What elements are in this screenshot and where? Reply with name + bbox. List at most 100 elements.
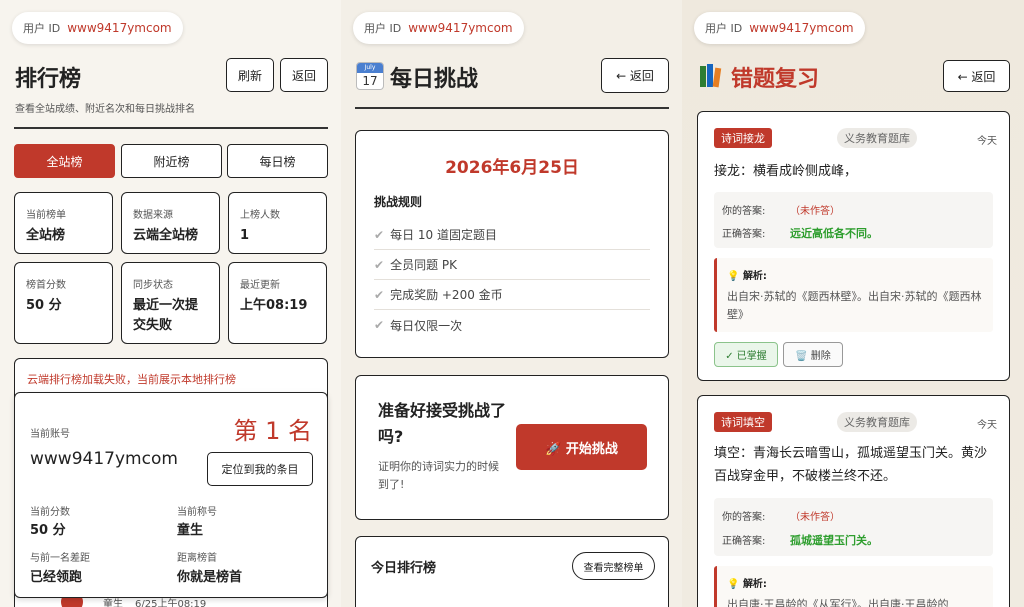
score-value: 50 分 <box>30 523 66 538</box>
today-rank-card: 今日排行榜 查看完整榜单 <box>355 536 669 607</box>
correct-answer-label: 正确答案: <box>722 536 766 547</box>
divider <box>355 107 669 109</box>
stat-last-update: 最近更新 上午08:19 <box>228 262 327 344</box>
stat-label: 最近更新 <box>240 280 280 291</box>
user-id-value: www9417ymcom <box>67 21 172 35</box>
rule-text: 每日 10 道固定题目 <box>390 228 497 242</box>
question-bank-badge: 义务教育题库 <box>837 128 917 148</box>
explanation-label: 解析: <box>742 579 767 590</box>
stat-value: 最近一次提交失败 <box>133 298 199 333</box>
user-id-pill: 用户 ID www9417ymcom <box>694 12 865 44</box>
delete-button[interactable]: 🗑️ 删除 <box>783 342 843 367</box>
user-id-label: 用户 ID <box>705 22 743 35</box>
user-id-pill: 用户 ID www9417ymcom <box>12 12 183 44</box>
question-bank-badge: 义务教育题库 <box>837 412 917 432</box>
stat-data-source: 数据来源 云端全站榜 <box>121 192 220 254</box>
your-answer-label: 你的答案: <box>722 512 766 523</box>
stat-label: 同步状态 <box>133 280 173 291</box>
refresh-button[interactable]: 刷新 <box>226 58 274 92</box>
check-icon: ✔ <box>374 318 385 332</box>
leaderboard-panel: 用户 ID www9417ymcom 排行榜 刷新 返回 查看全站成绩、附近名次… <box>0 0 341 607</box>
back-button[interactable]: 返回 <box>280 58 328 92</box>
stat-top-score: 榜首分数 50 分 <box>14 262 113 344</box>
stat-value: 上午08:19 <box>240 298 308 313</box>
start-challenge-button[interactable]: 🚀 开始挑战 <box>516 424 647 470</box>
calendar-day: 17 <box>362 74 378 88</box>
view-full-rank-button[interactable]: 查看完整榜单 <box>572 552 655 580</box>
explanation-header: 💡 解析: <box>727 575 767 590</box>
mastered-button[interactable]: ✓ 已掌握 <box>714 342 778 367</box>
rule-text: 完成奖励 +200 金币 <box>390 288 503 302</box>
stat-value: 1 <box>240 228 250 243</box>
rule-item: ✔ 完成奖励 +200 金币 <box>374 280 650 310</box>
explanation-box: 💡 解析: 出自唐·王昌龄的《从军行》。出自唐·王昌龄的 <box>714 566 993 607</box>
stat-label: 数据来源 <box>133 210 173 221</box>
page-title: 错题复习 <box>731 67 820 92</box>
stat-label: 当前榜单 <box>26 210 66 221</box>
explanation-text: 出自宋·苏轼的《题西林壁》。出自宋·苏轼的《题西林壁》 <box>727 290 982 321</box>
account-label: 当前账号 <box>30 429 70 440</box>
your-answer-row: 你的答案: （未作答） <box>722 508 840 523</box>
question-time: 今天 <box>977 420 997 431</box>
challenge-date: 2026年6月25日 <box>445 158 579 178</box>
explanation-label: 解析: <box>742 271 767 282</box>
tab-nearby[interactable]: 附近榜 <box>121 144 222 178</box>
page-title: 每日挑战 <box>390 67 479 92</box>
question-type-badge: 诗词接龙 <box>714 128 772 148</box>
page-title: 排行榜 <box>15 67 82 92</box>
rule-item: ✔ 全员同题 PK <box>374 250 650 280</box>
your-answer-value: （未作答） <box>790 206 840 217</box>
mistake-card: 诗词填空 义务教育题库 今天 填空：青海长云暗雪山，孤城遥望玉门关。黄沙百战穿金… <box>697 395 1010 607</box>
rank-value: 第 1 名 <box>233 417 312 445</box>
divider <box>14 127 328 129</box>
top-distance-label: 距离榜首 <box>177 553 217 564</box>
tab-daily[interactable]: 每日榜 <box>227 144 328 178</box>
check-icon: ✔ <box>374 287 385 302</box>
page-subtitle: 查看全站成绩、附近名次和每日挑战排名 <box>15 104 195 115</box>
stat-value: 50 分 <box>26 298 62 313</box>
user-id-value: www9417ymcom <box>749 21 854 35</box>
your-answer-label: 你的答案: <box>722 206 766 217</box>
stat-label: 上榜人数 <box>240 210 280 221</box>
back-button[interactable]: ← 返回 <box>601 58 669 93</box>
gap-label: 与前一名差距 <box>30 553 90 564</box>
user-id-value: www9417ymcom <box>408 21 513 35</box>
stat-value: 全站榜 <box>26 228 66 243</box>
correct-answer-value: 远近高低各不同。 <box>790 227 878 240</box>
answer-box: 你的答案: （未作答） 正确答案: 孤城遥望玉门关。 <box>714 498 993 556</box>
daily-info-card: 2026年6月25日 挑战规则 ✔ 每日 10 道固定题目 ✔ 全员同题 PK ✔ 完… <box>355 130 669 358</box>
gap-value: 已经领跑 <box>30 570 83 585</box>
back-button[interactable]: ← 返回 <box>943 60 1010 92</box>
ready-description: 证明你的诗词实力的时候到了! <box>378 460 499 491</box>
title-label: 当前称号 <box>177 507 217 518</box>
stat-label: 榜首分数 <box>26 280 66 291</box>
correct-answer-row: 正确答案: 远近高低各不同。 <box>722 225 878 241</box>
calendar-month: July <box>357 63 383 73</box>
locate-me-button[interactable]: 定位到我的条目 <box>207 452 313 486</box>
user-id-label: 用户 ID <box>364 22 402 35</box>
check-icon: ✔ <box>374 227 385 242</box>
stat-current-board: 当前榜单 全站榜 <box>14 192 113 254</box>
my-rank-card: 当前账号 www9417ymcom 第 1 名 定位到我的条目 当前分数 50 … <box>14 392 328 598</box>
correct-answer-row: 正确答案: 孤城遥望玉门关。 <box>722 532 878 548</box>
correct-answer-label: 正确答案: <box>722 229 766 240</box>
mistake-card: 诗词接龙 义务教育题库 今天 接龙：横看成岭侧成峰， 你的答案: （未作答） 正确… <box>697 111 1010 381</box>
top-distance-value: 你就是榜首 <box>177 570 243 585</box>
user-id-label: 用户 ID <box>23 22 61 35</box>
ready-card: 准备好接受挑战了吗? 证明你的诗词实力的时候到了! 🚀 开始挑战 <box>355 375 669 520</box>
question-time: 今天 <box>977 136 997 147</box>
explanation-text: 出自唐·王昌龄的《从军行》。出自唐·王昌龄的 <box>727 598 949 607</box>
stat-ranked-count: 上榜人数 1 <box>228 192 327 254</box>
mistake-review-panel: 用户 ID www9417ymcom 错题复习 ← 返回 诗词接龙 义务教育题库… <box>682 0 1024 607</box>
calendar-icon: July 17 <box>356 62 384 90</box>
account-value: www9417ymcom <box>30 449 178 469</box>
your-answer-row: 你的答案: （未作答） <box>722 202 840 217</box>
rule-item: ✔ 每日仅限一次 <box>374 310 650 340</box>
rule-item: ✔ 每日 10 道固定题目 <box>374 220 650 250</box>
explanation-header: 💡 解析: <box>727 267 767 282</box>
rule-text: 全员同题 PK <box>390 258 457 272</box>
tab-global[interactable]: 全站榜 <box>14 144 115 178</box>
explanation-box: 💡 解析: 出自宋·苏轼的《题西林壁》。出自宋·苏轼的《题西林壁》 <box>714 258 993 332</box>
stat-sync-status: 同步状态 最近一次提交失败 <box>121 262 220 344</box>
question-text: 填空：青海长云暗雪山，孤城遥望玉门关。黄沙百战穿金甲，不破楼兰终不还。 <box>714 446 988 484</box>
